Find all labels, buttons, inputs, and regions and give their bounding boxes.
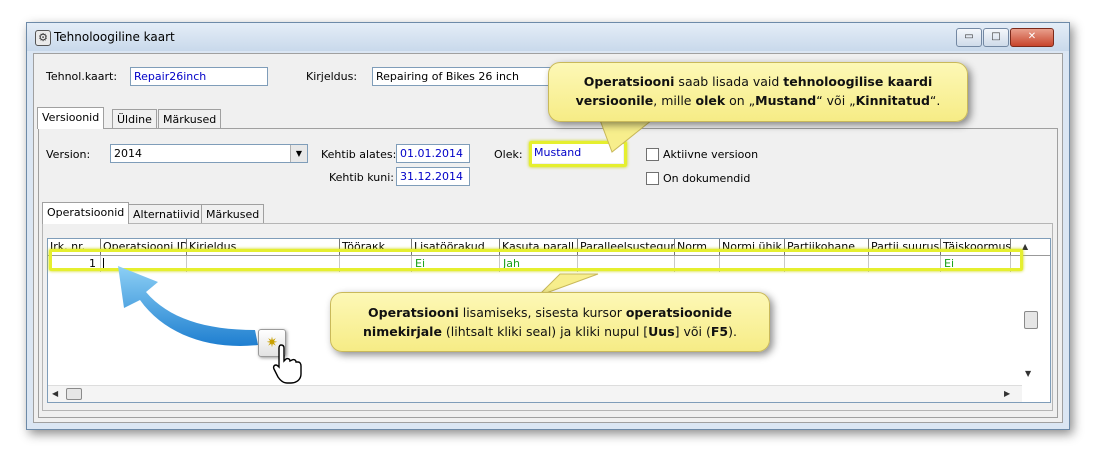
callout-bottom-text-9: ). [728, 324, 737, 339]
callout-top-text-9: “ või „ [816, 93, 856, 108]
callout-top-text-5: , mille [653, 93, 696, 108]
callout-top-text-7: on „ [725, 93, 756, 108]
callout-top-text-11: “. [929, 93, 941, 108]
callout-bottom-text-2: lisamiseks, sisesta kursor [458, 305, 626, 320]
callout-bottom-text-7: ] või ( [674, 324, 711, 339]
callout-bottom-text-4: nimekirjale [363, 324, 442, 339]
tab-operatsioonid[interactable]: Operatsioonid [42, 202, 130, 224]
callout-bottom-text-3: operatsioonide [625, 305, 732, 320]
callout-top-text-1: Operatsiooni [583, 74, 675, 89]
tab-versioonid[interactable]: Versioonid [37, 107, 105, 129]
callout-top-tail [599, 119, 654, 153]
hand-cursor-icon [272, 344, 302, 384]
callout-bottom-text-1: Operatsiooni [368, 305, 459, 320]
callout-top-text-6: olek [695, 93, 726, 108]
callout-top-text-8: Mustand [755, 93, 817, 108]
blue-arrow-icon [118, 266, 258, 346]
callout-add-operation: Operatsiooni lisamiseks, sisesta kursor … [330, 292, 770, 352]
callout-bottom-text-6: Uus [648, 324, 675, 339]
callout-top-text-4: versioonile [575, 93, 654, 108]
callout-version-info: Operatsiooni saab lisada vaid tehnoloogi… [548, 62, 968, 122]
callout-top-text-10: Kinnitatud [855, 93, 930, 108]
callout-bottom-text-5: (lihtsalt kliki seal) ja kliki nupul [ [441, 324, 649, 339]
callout-top-text-2: saab lisada vaid [674, 74, 784, 89]
callout-top-text-3: tehnoloogilise kaardi [783, 74, 933, 89]
callout-bottom-text-8: F5 [710, 324, 729, 339]
